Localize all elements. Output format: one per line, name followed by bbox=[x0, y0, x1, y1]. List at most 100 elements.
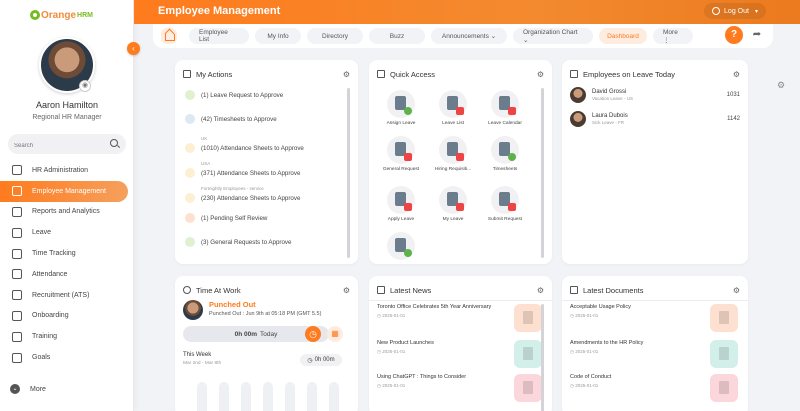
avatar bbox=[570, 111, 586, 127]
tab-more[interactable]: More ⋮ bbox=[653, 28, 693, 44]
document-item[interactable]: Acceptable Usage Policy ◷ 2025-01-01 bbox=[570, 304, 738, 336]
quick-access-item[interactable]: Leave Calendar bbox=[481, 90, 529, 126]
action-item[interactable]: Fortnightly Employees - service (230) Att… bbox=[185, 186, 300, 203]
sidebar-item-recruitment[interactable]: Recruitment (ATS) bbox=[0, 285, 134, 306]
sidebar-item-label: Training bbox=[32, 333, 58, 341]
camera-icon[interactable]: ◉ bbox=[79, 80, 91, 92]
search-icon[interactable] bbox=[110, 139, 118, 147]
action-item[interactable]: (42) Timesheets to Approve bbox=[185, 114, 277, 124]
today-label: Today bbox=[260, 330, 278, 338]
gear-icon[interactable]: ⚙ bbox=[343, 286, 350, 295]
action-item[interactable]: (1) Pending Self Review bbox=[185, 213, 267, 223]
sidebar-item-hr-administration[interactable]: HR Administration bbox=[0, 160, 134, 181]
hr-admin-icon bbox=[12, 165, 22, 176]
quick-access-item[interactable]: Apply Leave bbox=[377, 186, 425, 222]
action-item[interactable]: USA (371) Attendance Sheets to Approve bbox=[185, 161, 301, 178]
user-role: Regional HR Manager bbox=[32, 114, 102, 121]
sidebar-item-employee-management[interactable]: Employee Management bbox=[0, 180, 128, 202]
attendance-icon bbox=[12, 269, 22, 280]
sidebar-item-onboarding[interactable]: Onboarding bbox=[0, 306, 134, 327]
widget-title: Employees on Leave Today bbox=[583, 69, 676, 79]
news-title: New Product Launches bbox=[377, 340, 434, 346]
widget-header: Quick Access ⚙ bbox=[377, 68, 544, 80]
week-bar bbox=[285, 382, 295, 411]
sidebar-item-attendance[interactable]: Attendance bbox=[0, 264, 134, 285]
attendance-record-icon[interactable]: ▦ bbox=[327, 326, 343, 342]
list-item[interactable]: David Grossi Vacation Leave - US 1031 bbox=[570, 86, 740, 104]
sidebar-item-label: Attendance bbox=[32, 270, 68, 278]
document-thumbnail bbox=[710, 374, 738, 402]
sidebar-item-reports[interactable]: Reports and Analytics bbox=[0, 202, 134, 223]
document-title: Code of Conduct bbox=[570, 374, 612, 380]
action-item[interactable]: UK (1010) Attendance Sheets to Approve bbox=[185, 136, 304, 153]
employee-name: David Grossi bbox=[592, 89, 627, 95]
quick-access-item[interactable]: Timesheets bbox=[481, 136, 529, 172]
sidebar-item-training[interactable]: Training bbox=[0, 326, 134, 347]
week-bar bbox=[329, 382, 339, 411]
quick-access-item[interactable]: Assign Leave bbox=[377, 90, 425, 126]
news-item[interactable]: Using ChatGPT : Things to Consider ◷ 202… bbox=[377, 374, 542, 406]
onboarding-icon bbox=[12, 310, 22, 321]
list-item[interactable]: Laura Dubois Sick Leave - FR 1142 bbox=[570, 110, 740, 128]
search-input[interactable] bbox=[8, 136, 98, 156]
logo-hrm-text: HRM bbox=[77, 11, 93, 19]
action-item[interactable]: (1) Leave Request to Approve bbox=[185, 90, 283, 100]
divider bbox=[369, 300, 552, 301]
widget-header: Latest News ⚙ bbox=[377, 284, 544, 296]
employee-icon bbox=[12, 186, 22, 197]
gear-icon[interactable]: ⚙ bbox=[537, 70, 544, 79]
settings-gear-icon[interactable]: ⚙ bbox=[777, 80, 785, 91]
collapse-sidebar-button[interactable]: ‹ bbox=[127, 42, 140, 55]
document-item[interactable]: Amendments to the HR Policy ◷ 2025-01-01 bbox=[570, 340, 738, 372]
punch-icon[interactable]: ◷ bbox=[305, 326, 321, 342]
tab-my-info[interactable]: My Info bbox=[255, 28, 301, 44]
quick-access-item[interactable]: Hiring Requisiti... bbox=[429, 136, 477, 172]
sidebar-more[interactable]: ⌄ More bbox=[10, 384, 46, 394]
gear-icon[interactable]: ⚙ bbox=[343, 70, 350, 79]
help-button[interactable]: ? bbox=[725, 26, 743, 44]
tab-directory[interactable]: Directory bbox=[307, 28, 363, 44]
week-bar bbox=[197, 382, 207, 411]
widget-header: Employees on Leave Today ⚙ bbox=[570, 68, 740, 80]
quick-access-item[interactable]: My Leave bbox=[429, 186, 477, 222]
news-thumbnail bbox=[514, 304, 542, 332]
scrollbar[interactable] bbox=[347, 88, 350, 258]
quick-access-item[interactable]: Submit Request bbox=[481, 186, 529, 222]
action-label: (371) Attendance Sheets to Approve bbox=[201, 169, 301, 177]
tab-buzz[interactable]: Buzz bbox=[369, 28, 425, 44]
document-item[interactable]: Code of Conduct ◷ 2025-01-01 bbox=[570, 374, 738, 406]
gear-icon[interactable]: ⚙ bbox=[733, 286, 740, 295]
sidebar-item-leave[interactable]: Leave bbox=[0, 222, 134, 243]
tab-employee-list[interactable]: Employee List bbox=[189, 28, 249, 44]
gear-icon[interactable]: ⚙ bbox=[537, 286, 544, 295]
week-bar bbox=[219, 382, 229, 411]
quick-access-item[interactable]: General Request bbox=[377, 136, 425, 172]
news-date-text: 2025-01-01 bbox=[382, 349, 406, 354]
page-title: Employee Management bbox=[158, 5, 281, 17]
quick-access-label: Submit Request bbox=[487, 217, 523, 222]
tab-dashboard[interactable]: Dashboard bbox=[599, 28, 647, 44]
latest-documents-widget: Latest Documents ⚙ Acceptable Usage Poli… bbox=[562, 276, 748, 411]
logout-button[interactable]: Log Out ▾ bbox=[704, 3, 766, 19]
scrollbar[interactable] bbox=[541, 88, 544, 258]
employee-id: 1031 bbox=[726, 92, 740, 98]
tab-announcements[interactable]: Announcements ⌄ bbox=[431, 28, 507, 44]
quick-access-label: My Leave bbox=[442, 217, 464, 222]
quick-access-item[interactable]: Leave List bbox=[429, 90, 477, 126]
action-item[interactable]: (3) General Requests to Approve bbox=[185, 237, 291, 247]
scrollbar[interactable] bbox=[541, 304, 544, 411]
quick-access-item[interactable] bbox=[377, 232, 425, 263]
week-range: Mar 2nd - Mar 8th bbox=[183, 361, 222, 366]
share-icon[interactable]: ➦ bbox=[750, 28, 764, 42]
tab-organization-chart[interactable]: Organization Chart ⌄ bbox=[513, 28, 593, 44]
sidebar-item-label: Goals bbox=[32, 354, 51, 362]
news-item[interactable]: New Product Launches ◷ 2025-01-01 bbox=[377, 340, 542, 372]
sidebar-item-goals[interactable]: Goals bbox=[0, 347, 134, 368]
orangehrm-logo[interactable]: Orange HRM bbox=[30, 8, 93, 22]
widget-title: Latest News bbox=[390, 285, 432, 295]
my-actions-widget: My Actions ⚙ (1) Leave Request to Approv… bbox=[175, 60, 358, 264]
news-item[interactable]: Toronto Office Celebrates 5th Year Anniv… bbox=[377, 304, 542, 336]
home-icon[interactable] bbox=[161, 28, 177, 44]
gear-icon[interactable]: ⚙ bbox=[733, 70, 740, 79]
sidebar-item-time-tracking[interactable]: Time Tracking bbox=[0, 243, 134, 264]
